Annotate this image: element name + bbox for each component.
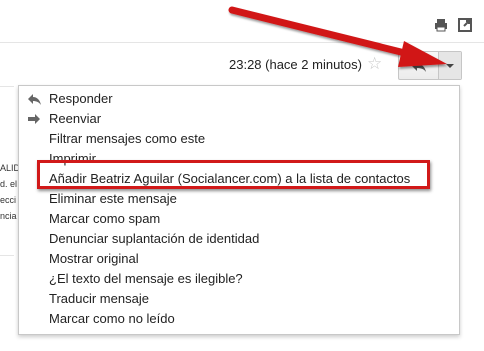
top-toolbar xyxy=(434,18,472,32)
message-timestamp: 23:28 (hace 2 minutos) xyxy=(229,57,362,72)
menu-item-filter[interactable]: Filtrar mensajes como este xyxy=(49,131,205,146)
menu-item-reply[interactable]: Responder xyxy=(49,91,113,106)
left-divider xyxy=(0,255,14,256)
star-icon[interactable]: ☆ xyxy=(367,54,382,74)
menu-item-forward[interactable]: Reenviar xyxy=(49,111,101,126)
reply-icon xyxy=(411,60,426,72)
message-options-menu: Responder Reenviar Filtrar mensajes como… xyxy=(18,85,460,335)
menu-item-phishing[interactable]: Denunciar suplantación de identidad xyxy=(49,231,259,246)
menu-item-translate[interactable]: Traducir mensaje xyxy=(49,291,149,306)
reply-button-group xyxy=(398,51,462,80)
menu-item-garbled-text[interactable]: ¿El texto del mensaje es ilegible? xyxy=(49,271,243,286)
menu-item-delete[interactable]: Eliminar este mensaje xyxy=(49,191,177,206)
reply-button[interactable] xyxy=(399,52,439,79)
chevron-down-icon xyxy=(446,63,454,68)
menu-item-mark-unread[interactable]: Marcar como no leído xyxy=(49,311,175,326)
header-divider xyxy=(0,42,484,43)
annotation-highlight-box xyxy=(37,160,430,189)
menu-item-show-original[interactable]: Mostrar original xyxy=(49,251,139,266)
popout-icon[interactable] xyxy=(458,18,472,32)
reply-icon xyxy=(28,94,41,105)
forward-icon xyxy=(28,114,40,124)
menu-item-spam[interactable]: Marcar como spam xyxy=(49,211,160,226)
print-icon[interactable] xyxy=(434,18,448,32)
more-options-button[interactable] xyxy=(439,52,461,79)
left-divider xyxy=(0,86,14,87)
